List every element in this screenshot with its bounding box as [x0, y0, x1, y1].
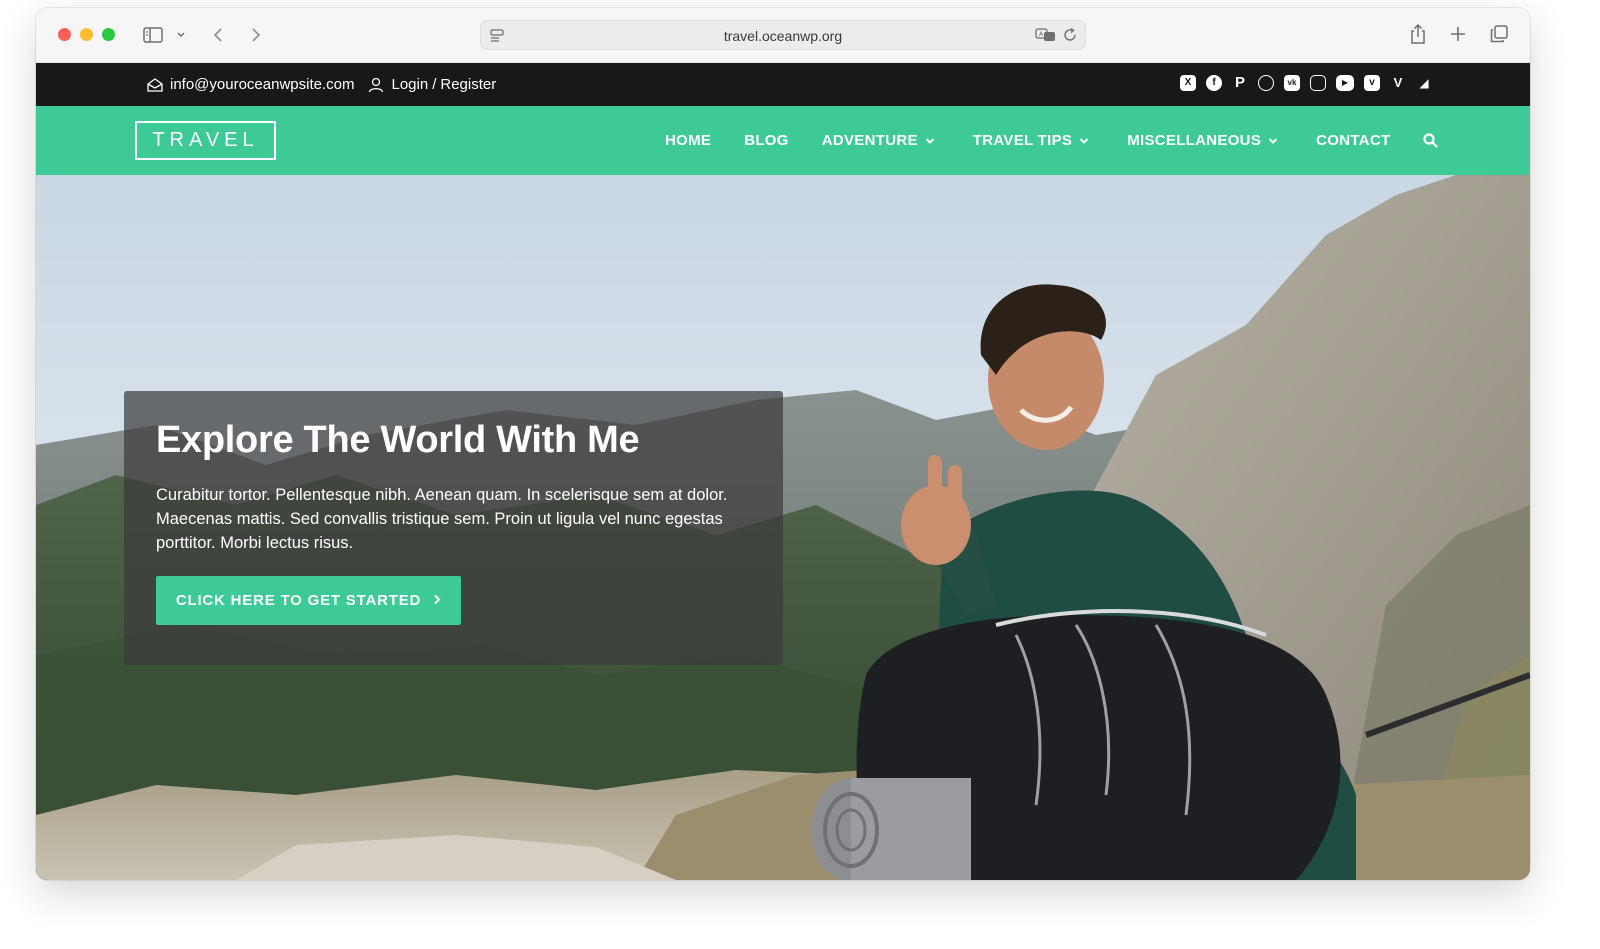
forward-icon[interactable]: [248, 25, 264, 45]
nav-adventure[interactable]: ADVENTURE: [822, 132, 935, 149]
minimize-window-button[interactable]: [80, 28, 93, 41]
email-link[interactable]: info@youroceanwpsite.com: [170, 76, 354, 93]
browser-toolbar: travel.oceanwp.org A: [36, 8, 1530, 63]
hero-caption-box: Explore The World With Me Curabitur tort…: [124, 391, 783, 665]
chevron-right-icon: [433, 592, 441, 609]
back-icon[interactable]: [210, 25, 226, 45]
zoom-window-button[interactable]: [102, 28, 115, 41]
nav-home[interactable]: HOME: [665, 132, 711, 149]
url-text: travel.oceanwp.org: [723, 28, 843, 44]
search-icon[interactable]: [1423, 133, 1439, 148]
share-icon[interactable]: [1409, 22, 1427, 46]
reload-icon[interactable]: [1062, 27, 1078, 48]
pinterest-icon[interactable]: P: [1232, 75, 1248, 91]
get-started-button-label: CLICK HERE TO GET STARTED: [175, 592, 422, 609]
user-icon: [367, 76, 385, 94]
chevron-down-icon[interactable]: [175, 28, 187, 42]
site-header: TRAVEL HOME BLOG ADVENTURE TRAVEL TIPS M…: [36, 106, 1530, 175]
address-bar[interactable]: travel.oceanwp.org A: [480, 20, 1086, 50]
envelope-icon: [146, 76, 164, 94]
top-bar-contact: info@youroceanwpsite.com Login / Registe…: [146, 63, 496, 106]
nav-miscellaneous[interactable]: MISCELLANEOUS: [1127, 132, 1278, 149]
youtube-icon[interactable]: ▶: [1336, 75, 1354, 91]
sidebar-icon[interactable]: [142, 25, 164, 45]
svg-text:A: A: [1039, 31, 1044, 38]
nav-travel-tips-label: TRAVEL TIPS: [972, 132, 1073, 149]
translate-icon[interactable]: A: [1035, 27, 1057, 48]
nav-contact[interactable]: CONTACT: [1316, 132, 1390, 149]
login-link[interactable]: Login: [391, 76, 428, 93]
instagram-icon[interactable]: [1310, 75, 1326, 91]
hero-title: Explore The World With Me: [156, 419, 640, 461]
nav-adventure-label: ADVENTURE: [821, 132, 918, 149]
vine-icon[interactable]: V: [1390, 75, 1406, 91]
nav-contact-label: CONTACT: [1316, 132, 1391, 149]
chevron-down-icon: [925, 132, 935, 149]
tabs-icon[interactable]: [1489, 24, 1509, 44]
chevron-down-icon: [1268, 132, 1278, 149]
nav-blog[interactable]: BLOG: [744, 132, 789, 149]
nav-miscellaneous-label: MISCELLANEOUS: [1127, 132, 1262, 149]
hero-text: Curabitur tortor. Pellentesque nibh. Aen…: [156, 486, 728, 552]
get-started-button[interactable]: CLICK HERE TO GET STARTED: [156, 576, 461, 625]
new-tab-icon[interactable]: [1449, 25, 1467, 43]
x-icon[interactable]: X: [1180, 75, 1196, 91]
social-links: X f P vk ▶ v V ◢: [1180, 75, 1432, 91]
register-link[interactable]: Register: [440, 76, 496, 93]
browser-window: travel.oceanwp.org A info@youroceanwpsit…: [36, 8, 1530, 880]
hero-section: Explore The World With Me Curabitur tort…: [36, 175, 1530, 880]
login-separator: /: [432, 76, 437, 93]
nav-home-label: HOME: [665, 132, 712, 149]
close-window-button[interactable]: [58, 28, 71, 41]
chevron-down-icon: [1079, 132, 1089, 149]
rss-icon[interactable]: ◢: [1416, 75, 1432, 91]
vk-icon[interactable]: vk: [1284, 75, 1300, 91]
main-nav: HOME BLOG ADVENTURE TRAVEL TIPS MISCELLA…: [665, 106, 1439, 175]
nav-blog-label: BLOG: [744, 132, 789, 149]
dribbble-icon[interactable]: [1258, 75, 1274, 91]
vimeo-icon[interactable]: v: [1364, 75, 1380, 91]
facebook-icon[interactable]: f: [1206, 75, 1222, 91]
top-bar: info@youroceanwpsite.com Login / Registe…: [36, 63, 1530, 106]
nav-travel-tips[interactable]: TRAVEL TIPS: [973, 132, 1089, 149]
site-logo[interactable]: TRAVEL: [135, 121, 276, 160]
